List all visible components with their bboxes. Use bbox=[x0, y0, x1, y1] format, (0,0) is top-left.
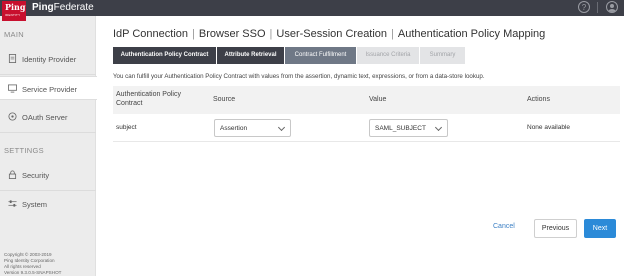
sidebar-item-service-provider[interactable]: Service Provider bbox=[0, 76, 97, 100]
breadcrumb-item: Browser SSO bbox=[198, 28, 266, 40]
sidebar-item-identity-provider[interactable]: Identity Provider bbox=[0, 47, 96, 71]
tab-attribute-retrieval[interactable]: Attribute Retrieval bbox=[217, 47, 284, 64]
sidebar-item-label: Service Provider bbox=[22, 85, 78, 94]
sidebar-item-system[interactable]: System bbox=[0, 192, 96, 216]
sidebar-divider bbox=[0, 190, 96, 191]
sidebar-item-oauth-server[interactable]: OAuth Server bbox=[0, 105, 96, 129]
sidebar-item-label: OAuth Server bbox=[22, 113, 68, 122]
column-header-source: Source bbox=[213, 96, 236, 103]
sidebar-item-label: System bbox=[22, 200, 48, 209]
top-divider bbox=[597, 2, 598, 13]
top-bar: PingFederate ? bbox=[0, 0, 624, 16]
actions-text: None available bbox=[527, 124, 571, 131]
breadcrumb-item: Authentication Policy Mapping bbox=[397, 28, 546, 40]
breadcrumb-item: User-Session Creation bbox=[276, 28, 388, 40]
sidebar-divider bbox=[0, 74, 96, 75]
sidebar: MAIN Identity Provider Service Provider … bbox=[0, 16, 97, 276]
version-text: Version 9.3.0.5-SNAPSHOT bbox=[4, 270, 62, 275]
monitor-icon bbox=[8, 84, 17, 93]
next-button[interactable]: Next bbox=[584, 219, 616, 238]
sidebar-section-settings: SETTINGS bbox=[4, 146, 44, 155]
sliders-icon bbox=[8, 200, 17, 207]
chevron-down-icon bbox=[434, 123, 443, 132]
tab-authentication-policy-contract[interactable]: Authentication Policy Contract bbox=[113, 47, 216, 64]
tab-contract-fulfillment[interactable]: Contract Fulfillment bbox=[285, 47, 356, 64]
previous-button[interactable]: Previous bbox=[534, 219, 577, 238]
document-icon bbox=[8, 54, 17, 63]
product-name: PingFederate bbox=[32, 2, 94, 13]
breadcrumb-item: IdP Connection bbox=[113, 28, 189, 40]
contract-attribute-name: subject bbox=[116, 124, 137, 131]
column-header-contract: Authentication Policy Contract bbox=[116, 91, 181, 107]
sidebar-footer: Copyright © 2003-2019 Ping Identity Corp… bbox=[4, 252, 61, 276]
lock-icon bbox=[8, 170, 17, 179]
tab-issuance-criteria: Issuance Criteria bbox=[357, 47, 419, 64]
ping-logo: Ping IDENTITY bbox=[2, 1, 26, 21]
main-content: IdP Connection | Browser SSO | User-Session … bbox=[96, 16, 624, 276]
sidebar-item-security[interactable]: Security bbox=[0, 163, 96, 187]
column-header-value: Value bbox=[369, 96, 387, 103]
page-description: You can fulfill your Authentication Poli… bbox=[113, 73, 485, 80]
sidebar-section-main: MAIN bbox=[4, 30, 24, 39]
value-select[interactable]: SAML_SUBJECT bbox=[369, 119, 448, 137]
tab-summary: Summary bbox=[420, 47, 465, 64]
circle-icon bbox=[8, 112, 17, 121]
source-select[interactable]: Assertion bbox=[214, 119, 291, 137]
cancel-button[interactable]: Cancel bbox=[493, 223, 515, 230]
table-row: subject Assertion SAML_SUBJECT None avai… bbox=[113, 114, 620, 142]
sidebar-item-label: Security bbox=[22, 171, 50, 180]
breadcrumb: IdP Connection | Browser SSO | User-Session … bbox=[113, 28, 546, 40]
user-circle-icon[interactable] bbox=[606, 1, 618, 13]
sidebar-divider bbox=[0, 132, 96, 133]
question-circle-icon[interactable]: ? bbox=[578, 1, 590, 13]
table-header: Authentication Policy Contract Source Va… bbox=[113, 86, 620, 114]
sidebar-item-label: Identity Provider bbox=[22, 55, 77, 64]
column-header-actions: Actions bbox=[527, 96, 550, 103]
chevron-down-icon bbox=[277, 123, 286, 132]
